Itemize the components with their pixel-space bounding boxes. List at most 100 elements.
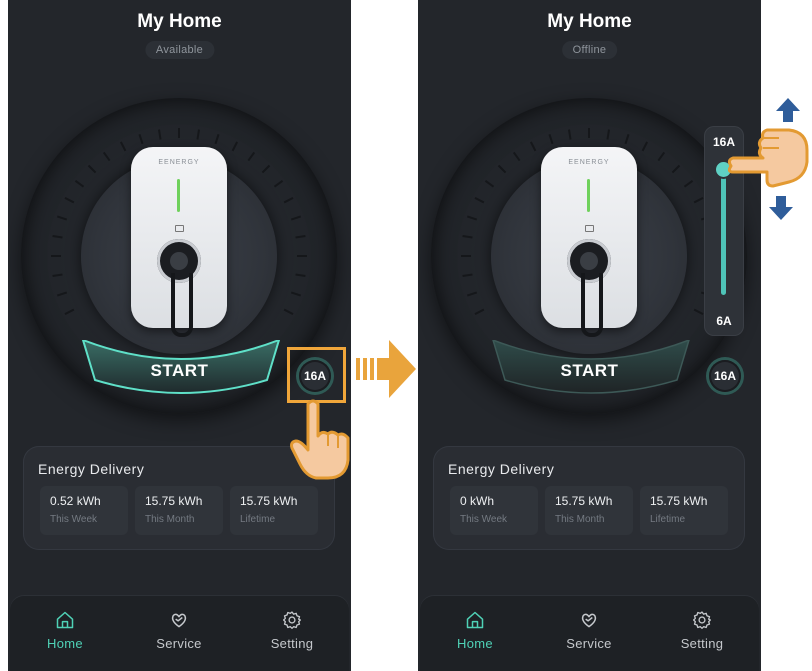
highlight-box: [287, 347, 346, 403]
dial-tick: [231, 141, 239, 152]
nav-label: Service: [566, 636, 612, 651]
dial-tick: [657, 151, 666, 162]
dial-tick: [671, 164, 681, 174]
charger-brand: EENERGY: [568, 159, 610, 166]
dial-tick: [56, 215, 68, 221]
charger-image: EENERGY: [131, 147, 227, 337]
charger-brand: EENERGY: [158, 159, 200, 166]
dial-tick: [641, 141, 649, 152]
arrow-up-icon: [776, 98, 800, 122]
stat-lifetime: 15.75 kWh Lifetime: [640, 486, 728, 535]
transition-arrow-icon: [356, 340, 416, 398]
stat-label: This Week: [50, 514, 98, 525]
dial-tick: [683, 179, 694, 188]
pointing-hand-icon: [290, 399, 350, 480]
dial-tick: [462, 273, 473, 278]
charger-cable: [171, 273, 193, 337]
charger-led: [587, 179, 590, 212]
nav-label: Home: [457, 636, 493, 651]
dial-tick: [261, 164, 271, 174]
dial-tick: [64, 196, 75, 204]
nav-home[interactable]: Home: [430, 610, 520, 651]
nav-service[interactable]: Service: [544, 610, 634, 651]
stat-label: This Month: [555, 514, 605, 525]
slider-track: [721, 169, 726, 295]
stat-label: Lifetime: [240, 514, 276, 525]
dial-tick: [214, 133, 220, 145]
nav-label: Home: [47, 636, 83, 651]
bottom-nav: Home Service Setting: [420, 596, 759, 671]
dial-tick: [290, 291, 302, 297]
dial-tick: [606, 129, 611, 140]
dial-tick: [87, 164, 97, 174]
stat-value: 0 kWh: [460, 494, 495, 508]
dial-tick: [497, 164, 507, 174]
dial-tick: [693, 196, 704, 204]
energy-title: Energy Delivery: [448, 461, 555, 477]
charger-card-reader: [585, 225, 594, 232]
nav-setting[interactable]: Setting: [657, 610, 747, 651]
dial-tick: [247, 151, 256, 162]
dial-tick: [273, 179, 284, 188]
stat-label: Lifetime: [650, 514, 686, 525]
stat-this-month: 15.75 kWh This Month: [545, 486, 633, 535]
stat-lifetime: 15.75 kWh Lifetime: [230, 486, 318, 535]
dial-tick: [157, 129, 162, 140]
dial-tick: [624, 133, 630, 145]
stat-label: This Month: [145, 514, 195, 525]
dial-tick: [102, 151, 111, 162]
phone-screen-before: My Home Available EENERGY START 16A Ener…: [8, 0, 351, 671]
stat-this-week: 0 kWh This Week: [450, 486, 538, 535]
energy-title: Energy Delivery: [38, 461, 145, 477]
home-icon: [56, 611, 74, 629]
dial-tick: [138, 133, 144, 145]
dial-tick: [283, 196, 294, 204]
dial-tick: [56, 291, 68, 297]
pointing-hand-icon: [727, 128, 809, 188]
stat-this-month: 15.75 kWh This Month: [135, 486, 223, 535]
dial-tick: [74, 179, 85, 188]
dial-tick: [283, 308, 294, 316]
charger-image: EENERGY: [541, 147, 637, 337]
nav-home[interactable]: Home: [20, 610, 110, 651]
dial-tick: [290, 215, 302, 221]
gear-icon: [693, 611, 711, 629]
dial-tick: [52, 234, 63, 239]
arrow-down-icon: [769, 196, 793, 220]
nav-label: Setting: [270, 636, 314, 651]
dial-tick: [548, 133, 554, 145]
current-setting-button[interactable]: 16A: [709, 360, 741, 392]
stat-this-week: 0.52 kWh This Week: [40, 486, 128, 535]
nav-label: Setting: [680, 636, 724, 651]
charger-card-reader: [175, 225, 184, 232]
dial-tick: [196, 129, 201, 140]
stat-value: 0.52 kWh: [50, 494, 101, 508]
dial-tick: [295, 273, 306, 278]
stat-value: 15.75 kWh: [555, 494, 613, 508]
charger-cable: [581, 273, 603, 337]
phone-screen-after: My Home Offline EENERGY START 16A 16A 6A…: [418, 0, 761, 671]
nav-setting[interactable]: Setting: [247, 610, 337, 651]
dial-tick: [295, 234, 306, 239]
stat-label: This Week: [460, 514, 508, 525]
charger-led: [177, 179, 180, 212]
dial-tick: [119, 141, 127, 152]
dial-tick: [512, 151, 521, 162]
slider-min-label: 6A: [716, 314, 732, 328]
energy-delivery-card: Energy Delivery 0 kWh This Week 15.75 kW…: [433, 446, 745, 550]
dial-tick: [52, 273, 63, 278]
service-icon: [581, 613, 597, 628]
dial-tick: [462, 234, 473, 239]
dial-tick: [474, 308, 485, 316]
dial-tick: [484, 179, 495, 188]
dial-tick: [466, 291, 478, 297]
stat-value: 15.75 kWh: [145, 494, 203, 508]
stat-value: 15.75 kWh: [240, 494, 298, 508]
dial-tick: [64, 308, 75, 316]
nav-label: Service: [156, 636, 202, 651]
nav-service[interactable]: Service: [134, 610, 224, 651]
stat-value: 15.75 kWh: [650, 494, 708, 508]
dial-tick: [466, 215, 478, 221]
dial-tick: [567, 129, 572, 140]
home-icon: [466, 611, 484, 629]
